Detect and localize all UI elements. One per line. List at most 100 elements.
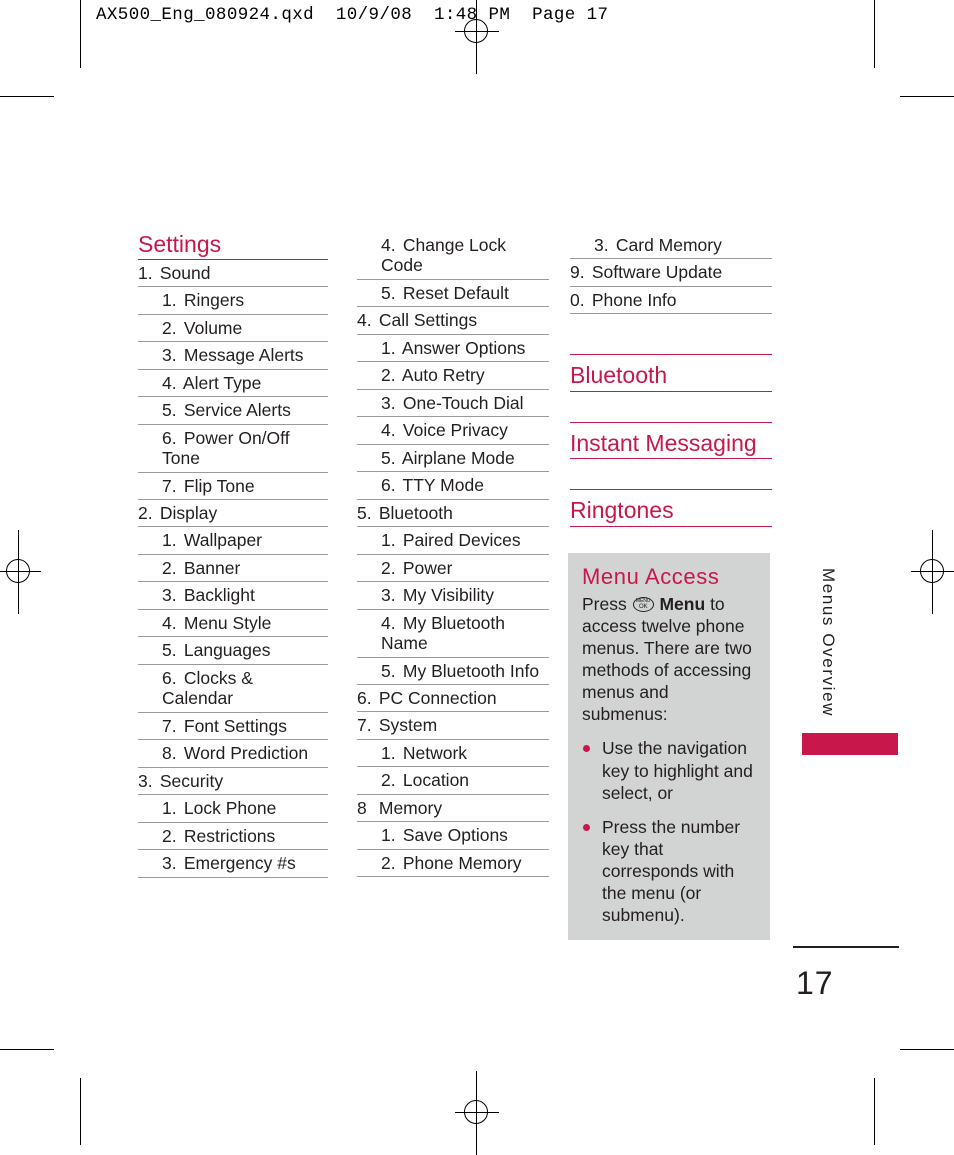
callout-key-label: Menu [659, 594, 706, 615]
crop-mark-tr-h [900, 96, 954, 97]
menu-row-number: 2. [162, 317, 177, 338]
crop-mark-tl-h [0, 96, 54, 97]
menu-row-number: 1. [381, 530, 396, 551]
menu-row-number: 3. [162, 345, 177, 366]
menu-row: 3. Message Alerts [138, 342, 328, 370]
menu-row-label: Power On/Off Tone [162, 427, 290, 469]
menu-row-label: Save Options [402, 825, 508, 846]
menu-row-number: 9. [570, 262, 585, 283]
menu-row: 5. Airplane Mode [357, 445, 549, 473]
menu-row: 4. Voice Privacy [357, 417, 549, 445]
registration-mark-bottom [455, 1071, 499, 1155]
page-number: 17 [796, 965, 834, 1001]
menu-row-number: 2. [381, 365, 396, 386]
menu-row: 1. Network [357, 740, 549, 768]
menu-row-label: Word Prediction [183, 743, 309, 764]
menu-row: 9. Software Update [570, 259, 772, 287]
menu-row: 2. Restrictions [138, 823, 328, 851]
menu-column-3: 3. Card Memory 9. Software Update 0. Phone… [570, 232, 772, 527]
section-title-settings: Settings [138, 231, 328, 260]
menu-row-number: 2. [138, 502, 153, 523]
menu-row-number: 1. [138, 262, 153, 283]
crop-mark-br-v [874, 1078, 875, 1145]
menu-row-number: 3. [162, 585, 177, 606]
menu-row-label: Alert Type [182, 372, 262, 393]
menu-key-icon-bottom-label: OK [638, 603, 648, 611]
menu-row-number: 3. [381, 585, 396, 606]
menu-row-number: 1. [162, 798, 177, 819]
callout-title: Menu Access [582, 564, 720, 589]
menu-row-number: 6. [357, 687, 372, 708]
menu-row-number: 5. [162, 400, 177, 421]
menu-row-label: One-Touch Dial [402, 392, 524, 413]
menu-row: 5. Reset Default [357, 280, 549, 308]
folio-rule [793, 946, 899, 948]
menu-row: 2. Display [138, 500, 328, 528]
registration-cross-h [455, 31, 499, 32]
menu-row-number: 3. [162, 853, 177, 874]
menu-row-label: My Bluetooth Info [402, 660, 540, 681]
callout-bullet-item: Press the number key that corresponds wi… [582, 816, 756, 926]
registration-cross-v [18, 530, 19, 614]
menu-row: 6. TTY Mode [357, 472, 549, 500]
callout-bullet-list: Use the navigation key to highlight and … [582, 737, 756, 925]
crop-mark-tl-v [80, 0, 81, 68]
menu-row-number: 5. [381, 660, 396, 681]
menu-row: 3. Emergency #s [138, 850, 328, 878]
column3-gap-1 [570, 314, 772, 354]
menu-row-number: 0. [570, 289, 585, 310]
menu-row-number: 1. [162, 530, 177, 551]
menu-row-label: Auto Retry [401, 365, 485, 386]
column3-gap-2 [570, 392, 772, 422]
menu-row-label: Phone Info [591, 289, 677, 310]
registration-cross-v [476, 1071, 477, 1155]
menu-row-label: Voice Privacy [402, 420, 508, 441]
menu-row-number: 2. [381, 557, 396, 578]
menu-row-number: 6. [381, 475, 396, 496]
menu-row-label: My Bluetooth Name [381, 612, 506, 654]
side-tab-color-block [802, 733, 898, 755]
crop-mark-bl-v [80, 1078, 81, 1145]
menu-row-label: Bluetooth [378, 502, 453, 523]
registration-cross-h [455, 1112, 499, 1113]
menu-ok-key-icon: MENU OK [632, 597, 654, 613]
menu-row-label: Reset Default [402, 282, 509, 303]
menu-list-column-2: 4. Change Lock Code 5. Reset Default 4. Ca… [357, 232, 549, 878]
menu-row: 5. Languages [138, 637, 328, 665]
menu-list-column-1: 1. Sound 1. Ringers 2. Volume 3. Message Al… [138, 260, 328, 878]
menu-row-number: 4. [162, 372, 177, 393]
menu-row-number: 5. [381, 282, 396, 303]
menu-column-1: Settings 1. Sound 1. Ringers 2. Volume 3. M… [138, 231, 328, 878]
menu-row: 2. Location [357, 767, 549, 795]
menu-row: 5. Bluetooth [357, 500, 549, 528]
menu-row-number: 8 [357, 797, 367, 818]
callout-bullet-item: Use the navigation key to highlight and … [582, 737, 756, 803]
menu-row: 4. My Bluetooth Name [357, 610, 549, 658]
menu-row: 1. Paired Devices [357, 527, 549, 555]
menu-row-label: Message Alerts [183, 345, 304, 366]
menu-row-label: Flip Tone [183, 475, 255, 496]
menu-row-label: Card Memory [615, 235, 722, 255]
menu-row-label: Service Alerts [183, 400, 291, 421]
menu-row: 1. Sound [138, 260, 328, 288]
menu-row-label: Paired Devices [402, 530, 521, 551]
menu-row-label: Lock Phone [183, 798, 277, 819]
registration-cross-v [932, 530, 933, 614]
menu-row-label: Banner [183, 557, 241, 578]
menu-list-column-3: 3. Card Memory 9. Software Update 0. Phone… [570, 232, 772, 315]
menu-row-number: 1. [162, 290, 177, 311]
menu-row-number: 2. [162, 557, 177, 578]
menu-row: 7. System [357, 712, 549, 740]
menu-row-number: 1. [381, 825, 396, 846]
menu-row: 5. My Bluetooth Info [357, 658, 549, 685]
menu-row: 7. Flip Tone [138, 473, 328, 500]
menu-row: 0. Phone Info [570, 287, 772, 315]
menu-row-number: 4. [381, 420, 396, 441]
crop-mark-br-h [900, 1049, 954, 1050]
menu-row: 4. Change Lock Code [357, 232, 549, 280]
menu-row-label: Airplane Mode [401, 447, 515, 468]
menu-row-label: Wallpaper [183, 530, 263, 551]
menu-row-label: Power [402, 557, 453, 578]
side-tab-label: Menus Overview [819, 568, 838, 717]
callout-intro-before-key: Press [582, 594, 627, 615]
